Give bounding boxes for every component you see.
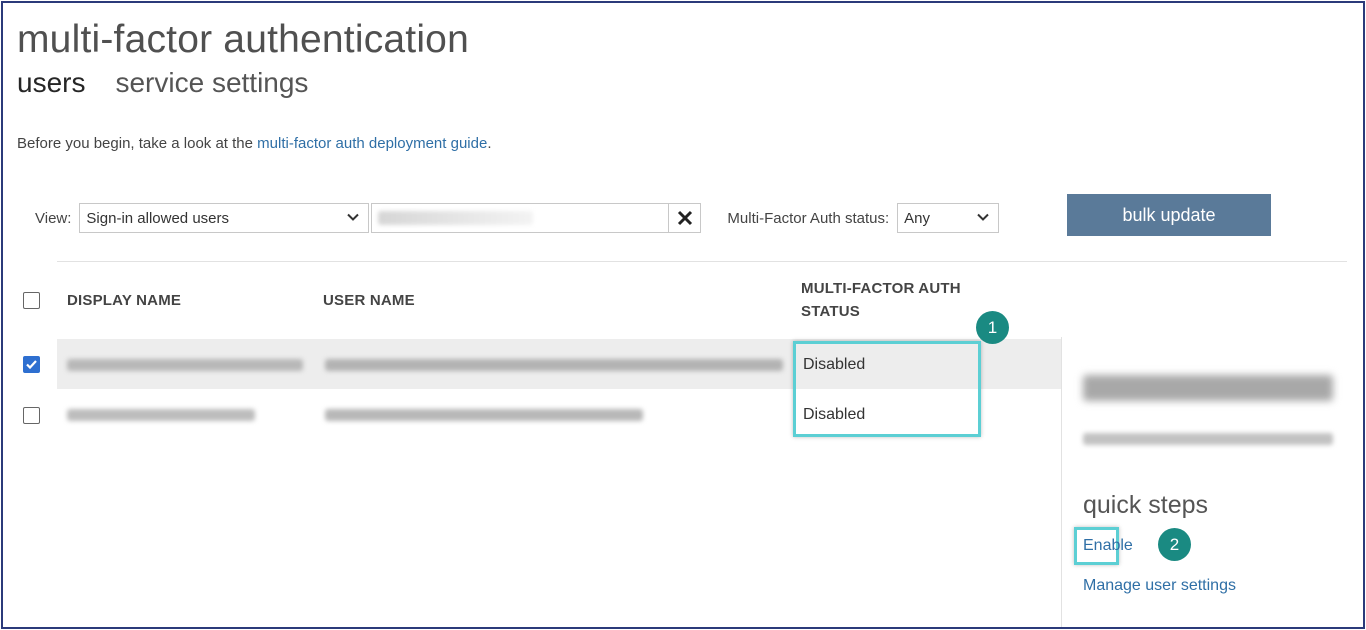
mfa-status-select[interactable]: Any bbox=[897, 203, 1000, 233]
header-divider bbox=[57, 261, 1347, 262]
user-name-redacted bbox=[325, 409, 643, 421]
tab-service-settings[interactable]: service settings bbox=[115, 67, 308, 99]
user-name-redacted bbox=[325, 359, 783, 371]
view-select-value: Sign-in allowed users bbox=[86, 209, 229, 227]
filter-row: View: Sign-in allowed users Multi-Factor… bbox=[35, 201, 1000, 235]
callout-badge-1: 1 bbox=[976, 311, 1009, 344]
callout-badge-2: 2 bbox=[1158, 528, 1191, 561]
search-query-redacted bbox=[378, 211, 534, 225]
search-input[interactable] bbox=[371, 203, 702, 233]
intro-text: Before you begin, take a look at the mul… bbox=[17, 135, 491, 152]
mfa-status-label: Multi-Factor Auth status: bbox=[727, 209, 890, 227]
column-header-display-name[interactable]: DISPLAY NAME bbox=[67, 292, 181, 309]
column-header-user-name[interactable]: USER NAME bbox=[323, 292, 415, 309]
chevron-down-icon bbox=[347, 213, 360, 221]
callout-highlight-status bbox=[793, 341, 981, 437]
deployment-guide-link[interactable]: multi-factor auth deployment guide bbox=[257, 135, 487, 152]
view-label: View: bbox=[35, 209, 72, 227]
tab-users[interactable]: users bbox=[17, 67, 85, 99]
manage-user-settings-link[interactable]: Manage user settings bbox=[1083, 577, 1236, 595]
checkmark-icon bbox=[26, 360, 37, 370]
screenshot-frame: multi-factor authentication users servic… bbox=[1, 1, 1365, 629]
close-icon bbox=[677, 210, 692, 226]
column-header-mfa-status[interactable]: MULTI-FACTOR AUTH STATUS bbox=[801, 277, 991, 323]
view-select[interactable]: Sign-in allowed users bbox=[79, 203, 370, 233]
display-name-redacted bbox=[67, 409, 255, 421]
quick-steps-heading: quick steps bbox=[1083, 491, 1209, 519]
chevron-down-icon bbox=[977, 213, 989, 221]
selected-user-name-redacted bbox=[1083, 375, 1333, 401]
select-all-checkbox[interactable] bbox=[23, 292, 40, 309]
intro-prefix: Before you begin, take a look at the bbox=[17, 135, 258, 152]
row-checkbox[interactable] bbox=[23, 407, 40, 424]
clear-search-button[interactable] bbox=[668, 204, 700, 232]
intro-suffix: . bbox=[487, 135, 492, 152]
display-name-redacted bbox=[67, 359, 303, 371]
tab-bar: users service settings bbox=[17, 67, 308, 99]
mfa-status-select-value: Any bbox=[904, 209, 931, 227]
row-checkbox[interactable] bbox=[23, 356, 40, 373]
enable-link[interactable]: Enable bbox=[1083, 537, 1133, 555]
bulk-update-button[interactable]: bulk update bbox=[1067, 194, 1271, 236]
page-title: multi-factor authentication bbox=[17, 18, 469, 61]
selected-user-email-redacted bbox=[1083, 433, 1333, 445]
